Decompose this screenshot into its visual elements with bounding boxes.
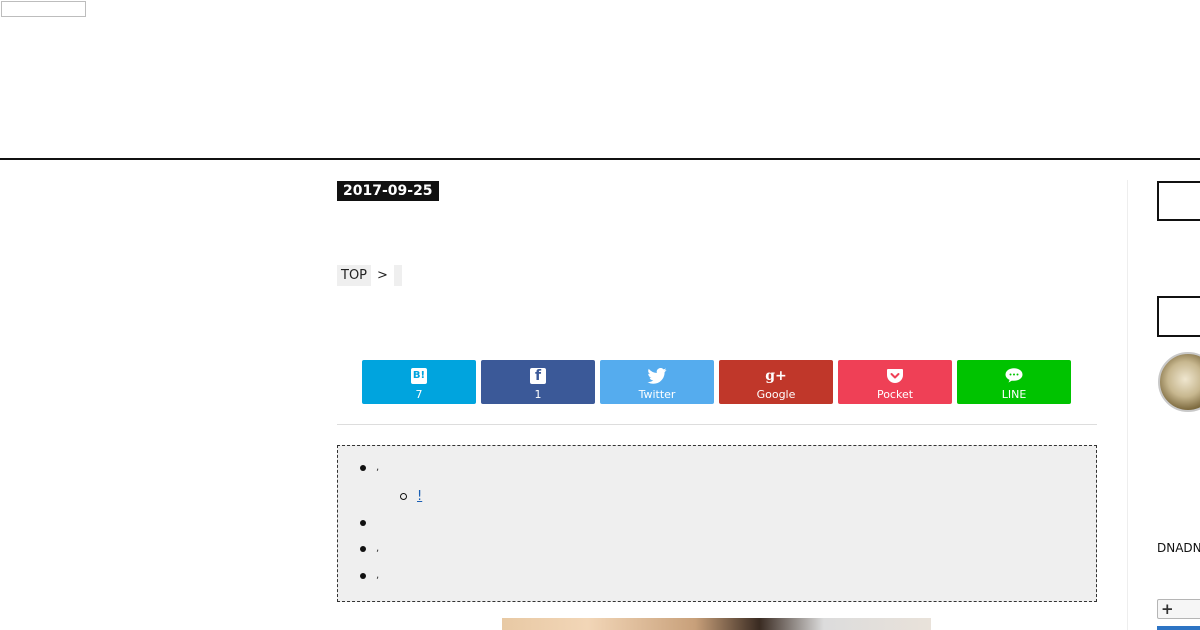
line-share-button[interactable]: LINE	[957, 360, 1071, 404]
sidebar-box	[1157, 181, 1200, 221]
toc-item-text: ,	[376, 570, 380, 581]
top-input-box[interactable]	[1, 1, 86, 17]
toc-subitem[interactable]: !	[400, 489, 461, 504]
post-date-badge: 2017-09-25	[337, 181, 439, 201]
breadcrumb-top-link[interactable]: TOP	[337, 265, 372, 286]
sidebar-text: DNADN	[1157, 541, 1200, 555]
toc-item-text: ,	[376, 462, 380, 473]
toc-item: ,	[360, 462, 379, 473]
pocket-label: Pocket	[876, 387, 914, 401]
hatena-icon: B!	[411, 367, 427, 384]
share-buttons: B! 7 f 1 Twitter g+ Google Pocket LINE	[362, 360, 1071, 404]
facebook-count: 1	[534, 387, 542, 401]
bullet-icon	[360, 464, 366, 471]
sidebar-box	[1157, 296, 1200, 337]
toc-item: ,	[360, 570, 379, 581]
hatena-count: 7	[415, 387, 423, 401]
breadcrumb-separator: >	[377, 268, 388, 283]
facebook-share-button[interactable]: f 1	[481, 360, 595, 404]
header-divider	[0, 158, 1200, 160]
google-share-button[interactable]: g+ Google	[719, 360, 833, 404]
sidebar-divider	[1127, 180, 1128, 630]
twitter-share-button[interactable]: Twitter	[600, 360, 714, 404]
pocket-share-button[interactable]: Pocket	[838, 360, 952, 404]
article-image	[502, 618, 931, 630]
hatena-share-button[interactable]: B! 7	[362, 360, 476, 404]
facebook-icon: f	[530, 367, 546, 384]
toc-subitem-link[interactable]: !	[417, 489, 461, 504]
plus-button[interactable]: +	[1157, 599, 1200, 619]
google-plus-icon: g+	[765, 367, 787, 384]
line-icon	[1005, 368, 1023, 383]
avatar[interactable]	[1158, 352, 1200, 412]
toc-item[interactable]	[360, 516, 414, 530]
content-divider	[337, 424, 1097, 425]
line-label: LINE	[1001, 387, 1027, 401]
toc-item-text: ,	[376, 543, 380, 554]
google-label: Google	[756, 387, 796, 401]
toc-item: ,	[360, 543, 379, 554]
twitter-icon	[647, 367, 667, 384]
twitter-label: Twitter	[638, 387, 676, 401]
bullet-icon	[360, 520, 366, 526]
bullet-icon	[360, 545, 366, 552]
toc-item-link[interactable]	[376, 516, 414, 530]
breadcrumb: TOP >	[337, 265, 402, 286]
sidebar-blue-button[interactable]	[1157, 626, 1200, 630]
bullet-icon	[360, 572, 366, 579]
hollow-bullet-icon	[400, 493, 407, 500]
table-of-contents: , ! , ,	[337, 445, 1097, 602]
breadcrumb-current	[393, 265, 402, 286]
pocket-icon	[887, 369, 903, 383]
